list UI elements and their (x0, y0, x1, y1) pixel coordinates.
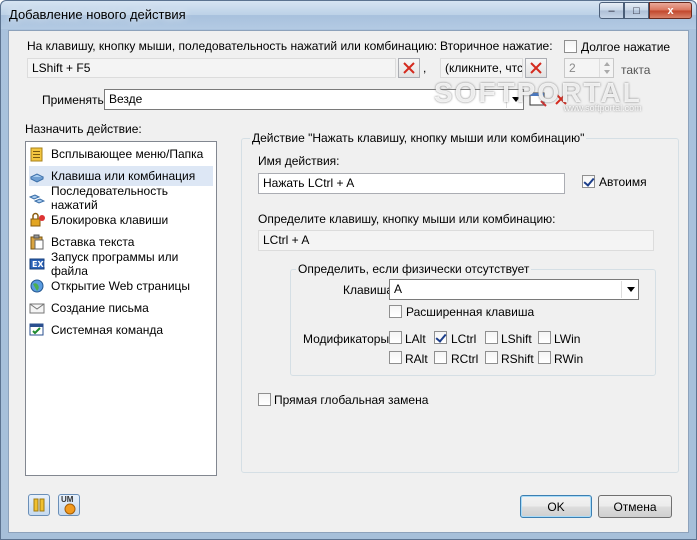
ticks-value: 2 (569, 61, 576, 75)
modifier-lwin-checkbox[interactable] (538, 331, 551, 344)
list-item-label: Блокировка клавиши (51, 213, 169, 227)
action-name-input[interactable]: Нажать LCtrl + A (258, 173, 565, 194)
modifier-lalt-checkbox[interactable] (389, 331, 402, 344)
globe-icon (29, 278, 45, 294)
list-item-create-email[interactable]: Создание письма (29, 298, 213, 318)
trigger-label: На клавишу, кнопку мыши, поледовательнос… (27, 39, 438, 53)
um-app-icon (64, 503, 76, 515)
list-item-key-sequence[interactable]: Последовательность нажатий (28, 184, 213, 212)
key-select[interactable]: A (389, 279, 639, 300)
list-item-paste-text[interactable]: Вставка текста (29, 232, 213, 252)
menu-folder-icon (29, 146, 45, 162)
modifier-rctrl-label: RCtrl (451, 352, 479, 366)
extended-key-checkbox[interactable] (389, 305, 402, 318)
close-icon: x (667, 4, 674, 17)
apply-label: Применять (42, 93, 104, 107)
list-item-label: Открытие Web страницы (51, 279, 191, 293)
define-key-field[interactable]: LCtrl + A (258, 230, 654, 251)
pause-icon (33, 498, 45, 512)
long-press-checkbox[interactable] (564, 40, 577, 53)
extended-key-label: Расширенная клавиша (406, 305, 535, 319)
clear-trigger-button[interactable] (398, 58, 420, 78)
long-press-label: Долгое нажатие (581, 40, 671, 54)
clear-secondary-button[interactable] (525, 58, 547, 78)
system-command-icon (29, 322, 45, 338)
modifier-rwin-label: RWin (554, 352, 584, 366)
delete-x-icon (403, 62, 415, 74)
modifier-lshift-label: LShift (501, 332, 532, 346)
secondary-press-label: Вторичное нажатие: (440, 39, 553, 53)
list-item-open-web-page[interactable]: Открытие Web страницы (29, 276, 213, 296)
key-label: Клавиша (343, 283, 394, 297)
key-select-value: A (394, 282, 403, 296)
paste-text-icon (29, 234, 45, 250)
list-item-label: Всплывающее меню/Папка (51, 147, 204, 161)
modifier-lctrl-label: LCtrl (451, 332, 477, 346)
action-type-list[interactable]: Всплывающее меню/Папка Клавиша или комби… (25, 141, 217, 476)
dialog-body: На клавишу, кнопку мыши, поледовательнос… (8, 30, 689, 533)
softportal-watermark: SOFTPORTAL www.softportal.com (434, 77, 642, 113)
modifier-rshift-label: RShift (501, 352, 534, 366)
list-item-label: Запуск программы или файла (51, 250, 179, 278)
assign-action-label: Назначить действие: (25, 122, 142, 136)
modifiers-label: Модификаторы (303, 332, 390, 346)
modifier-rshift-checkbox[interactable] (485, 351, 498, 364)
list-item-label: Последовательность нажатий (51, 184, 168, 212)
modifier-rctrl-checkbox[interactable] (434, 351, 447, 364)
keyboard-icon (29, 168, 45, 184)
list-item-label: Системная команда (51, 323, 164, 337)
close-button[interactable]: x (649, 2, 692, 19)
title-bar[interactable]: Добавление нового действия – □ x (1, 1, 696, 29)
list-item-label: Вставка текста (51, 235, 135, 249)
ok-button[interactable]: OK (520, 495, 592, 518)
key-lock-icon (29, 212, 45, 228)
delete-x-icon (530, 62, 542, 74)
direct-replace-checkbox[interactable] (258, 393, 271, 406)
maximize-icon: □ (633, 4, 640, 17)
list-item-key-lock[interactable]: Блокировка клавиши (29, 210, 213, 230)
spinner-arrows-icon[interactable] (599, 59, 613, 77)
secondary-press-field[interactable]: (кликните, чтс (440, 58, 523, 78)
minimize-icon: – (608, 4, 615, 17)
window-title: Добавление нового действия (9, 7, 186, 22)
modifier-lshift-checkbox[interactable] (485, 331, 498, 344)
modifier-lctrl-checkbox[interactable] (434, 331, 447, 344)
svg-text:EXE: EXE (32, 260, 45, 269)
list-item-system-command[interactable]: Системная команда (29, 320, 213, 340)
list-item-label: Создание письма (51, 301, 149, 315)
action-name-label: Имя действия: (258, 154, 340, 168)
apply-scope-value: Везде (109, 92, 143, 106)
list-item-run-program[interactable]: EXE Запуск программы или файла (29, 250, 213, 278)
trigger-separator: , (423, 61, 427, 75)
modifier-rwin-checkbox[interactable] (538, 351, 551, 364)
ticks-label: такта (621, 63, 651, 77)
autoname-label: Автоимя (599, 175, 647, 189)
pause-button[interactable] (28, 494, 50, 516)
minimize-button[interactable]: – (599, 2, 624, 19)
envelope-icon (29, 300, 45, 316)
list-item-label: Клавиша или комбинация (51, 169, 196, 183)
modifier-ralt-checkbox[interactable] (389, 351, 402, 364)
key-sequence-icon (28, 190, 46, 206)
physical-missing-title: Определить, если физически отсутствует (296, 262, 532, 276)
define-key-label: Определите клавишу, кнопку мыши или комб… (258, 212, 556, 226)
cancel-button[interactable]: Отмена (598, 495, 672, 518)
modifier-ralt-label: RAlt (405, 352, 428, 366)
chevron-down-icon (627, 287, 635, 292)
action-group-title: Действие "Нажать клавишу, кнопку мыши ил… (250, 131, 587, 145)
ticks-spinner[interactable]: 2 (564, 58, 614, 78)
modifier-lwin-label: LWin (554, 332, 581, 346)
trigger-key-field[interactable]: LShift + F5 (27, 58, 396, 78)
um-button[interactable]: UM (58, 494, 80, 516)
list-item-popup-menu[interactable]: Всплывающее меню/Папка (29, 144, 213, 164)
list-item-key-combination[interactable]: Клавиша или комбинация (29, 166, 213, 186)
maximize-button[interactable]: □ (624, 2, 649, 19)
autoname-checkbox[interactable] (582, 175, 595, 188)
run-program-icon: EXE (29, 256, 49, 272)
dialog-window: Добавление нового действия – □ x На клав… (0, 0, 697, 540)
modifier-lalt-label: LAlt (405, 332, 426, 346)
direct-replace-label: Прямая глобальная замена (274, 393, 429, 407)
